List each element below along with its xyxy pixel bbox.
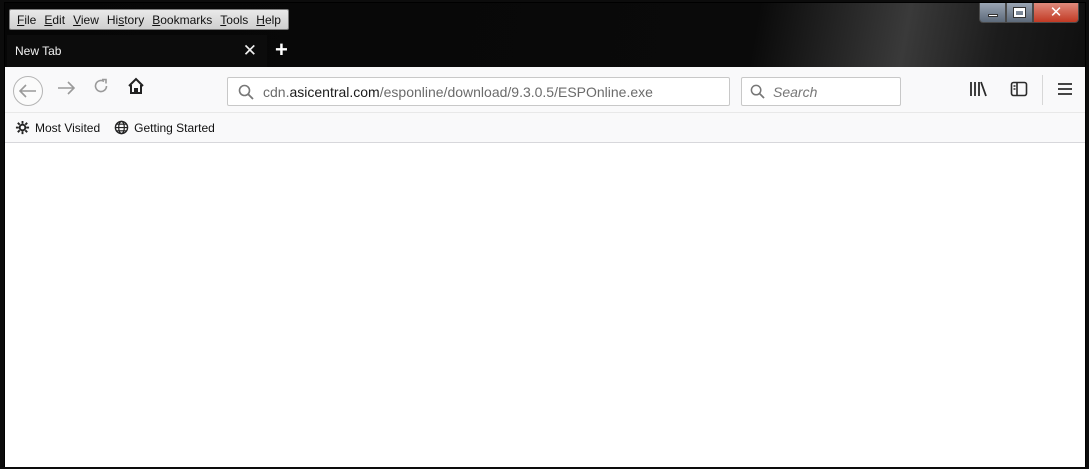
bookmarks-toolbar: Most Visited Getting Started — [5, 113, 1085, 143]
menu-file[interactable]: File — [13, 13, 40, 27]
window-controls: ✕ — [979, 3, 1079, 25]
maximize-icon — [1013, 7, 1026, 18]
title-bar: File Edit View History Bookmarks Tools H… — [5, 3, 1085, 31]
search-icon — [238, 84, 254, 100]
bookmark-label: Getting Started — [134, 120, 215, 135]
url-text: cdn.asicentral.com/esponline/download/9.… — [263, 83, 653, 100]
back-button[interactable] — [13, 76, 43, 106]
globe-icon — [114, 120, 129, 135]
url-bar[interactable]: cdn.asicentral.com/esponline/download/9.… — [227, 77, 730, 106]
navigation-toolbar: cdn.asicentral.com/esponline/download/9.… — [5, 67, 1085, 113]
menu-help[interactable]: Help — [252, 13, 285, 27]
bookmark-getting-started[interactable]: Getting Started — [114, 120, 215, 135]
toolbar-divider — [1042, 75, 1043, 105]
minimize-button[interactable] — [979, 3, 1006, 23]
back-arrow-icon — [19, 84, 36, 98]
menu-bar: File Edit View History Bookmarks Tools H… — [9, 9, 289, 30]
menu-history[interactable]: History — [103, 13, 148, 27]
search-placeholder: Search — [773, 83, 818, 100]
minimize-icon — [987, 14, 998, 17]
maximize-button[interactable] — [1006, 3, 1033, 23]
sidebar-button[interactable] — [1010, 81, 1028, 100]
home-button[interactable] — [127, 77, 145, 95]
home-icon — [128, 77, 144, 94]
tab-title: New Tab — [15, 44, 62, 58]
menu-tools[interactable]: Tools — [216, 13, 252, 27]
browser-window: File Edit View History Bookmarks Tools H… — [4, 2, 1086, 467]
menu-edit[interactable]: Edit — [40, 13, 69, 27]
tab-strip: New Tab ✕ + — [5, 35, 1085, 67]
new-tab-button[interactable]: + — [275, 37, 288, 63]
reload-button[interactable] — [93, 78, 109, 99]
tab-new-tab[interactable]: New Tab ✕ — [7, 35, 267, 67]
library-icon — [970, 81, 987, 97]
menu-bookmarks[interactable]: Bookmarks — [148, 13, 216, 27]
tab-close-icon[interactable]: ✕ — [243, 41, 257, 61]
close-icon: ✕ — [1049, 4, 1063, 21]
forward-button[interactable] — [57, 79, 76, 101]
search-icon — [750, 84, 765, 99]
bookmark-most-visited[interactable]: Most Visited — [15, 120, 100, 135]
bookmark-label: Most Visited — [35, 120, 101, 135]
forward-arrow-icon — [58, 81, 76, 95]
search-bar[interactable]: Search — [741, 77, 901, 106]
hamburger-menu-icon — [1058, 83, 1072, 95]
menu-view[interactable]: View — [69, 13, 103, 27]
close-window-button[interactable]: ✕ — [1033, 3, 1079, 23]
library-button[interactable] — [969, 81, 987, 100]
page-content[interactable] — [5, 143, 1085, 467]
gear-icon — [15, 120, 30, 135]
reload-icon — [94, 78, 108, 93]
open-menu-button[interactable] — [1057, 81, 1073, 100]
sidebar-icon — [1010, 81, 1028, 97]
